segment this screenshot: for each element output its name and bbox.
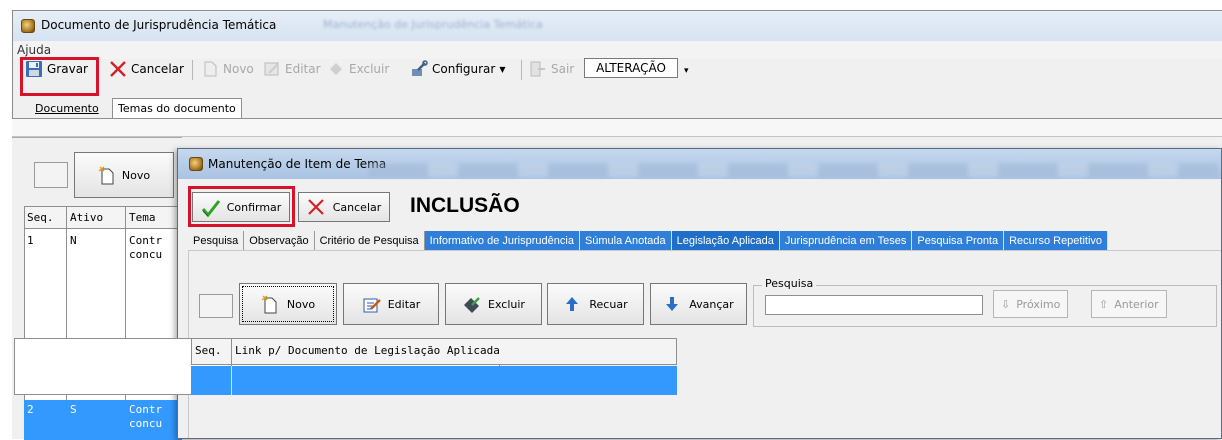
delete-icon xyxy=(462,295,480,313)
editar-item-label: Editar xyxy=(387,297,421,311)
tab-strip xyxy=(12,119,1222,137)
chevron-down-icon: ▼ xyxy=(499,64,506,74)
configurar-button[interactable]: Configurar ▼ xyxy=(407,58,508,80)
sair-label: Sair xyxy=(551,62,575,76)
new-document-icon xyxy=(98,166,116,185)
pesquisa-input[interactable] xyxy=(765,295,983,315)
row-tema-cont: concu xyxy=(129,417,163,430)
left-novo-button[interactable]: Novo xyxy=(74,152,174,198)
col-link: Link p/ Documento de Legislação Aplicada xyxy=(235,344,500,357)
selected-row[interactable] xyxy=(191,366,677,395)
app-icon xyxy=(189,157,203,171)
toolbar-separator xyxy=(192,60,193,80)
anterior-label: Anterior xyxy=(1114,297,1159,311)
tab-pesquisa[interactable]: Pesquisa xyxy=(188,231,245,251)
anterior-button[interactable]: ⇧ Anterior xyxy=(1091,290,1167,318)
red-x-icon xyxy=(307,198,325,216)
tab-sumula-anotada[interactable]: Súmula Anotada xyxy=(579,231,672,251)
col-tema: Tema xyxy=(129,211,156,224)
cancelar-button[interactable]: Cancelar xyxy=(106,58,187,80)
wrench-settings-icon xyxy=(410,60,428,78)
configurar-label: Configurar xyxy=(432,62,496,76)
novo-item-button[interactable]: Novo xyxy=(239,283,337,325)
recuar-button[interactable]: Recuar xyxy=(547,283,644,325)
proximo-button[interactable]: ⇩ Próximo xyxy=(993,290,1069,318)
selected-row[interactable]: 2 S Contr concu xyxy=(24,400,182,440)
col-ativo: Ativo xyxy=(70,211,104,224)
tab-legislacao-aplicada[interactable]: Legislação Aplicada xyxy=(671,231,780,251)
avancar-label: Avançar xyxy=(689,297,734,311)
arrow-down-icon: ⇩ xyxy=(1001,297,1011,311)
row-tema-cont: concu xyxy=(129,248,163,261)
editar-button[interactable]: Editar xyxy=(260,58,324,80)
row-tema: Contr xyxy=(129,234,163,247)
tab-informativo-de-jurisprudencia[interactable]: Informativo de Jurisprudência xyxy=(424,231,580,251)
tab-pesquisa-pronta[interactable]: Pesquisa Pronta xyxy=(912,231,1005,251)
recuar-label: Recuar xyxy=(589,297,628,311)
new-document-icon xyxy=(201,60,219,78)
excluir-button[interactable]: Excluir xyxy=(324,58,392,80)
app-icon xyxy=(21,19,35,33)
row-seq: 1 xyxy=(27,234,34,247)
novo-item-label: Novo xyxy=(286,297,316,311)
mode-dropdown-icon[interactable]: ▾ xyxy=(684,66,689,76)
title-bar: Documento de Jurisprudência Temática Man… xyxy=(13,11,1222,41)
toolbar-separator-2 xyxy=(521,60,522,80)
mode-title: INCLUSÃO xyxy=(410,194,520,217)
menu-ajuda[interactable]: Ajuda xyxy=(17,43,51,57)
edit-icon xyxy=(362,295,381,313)
pesquisa-label: Pesquisa xyxy=(762,277,817,290)
arrow-up-icon: ⇧ xyxy=(1099,297,1109,311)
arrow-down-icon xyxy=(663,295,681,313)
row-ativo: N xyxy=(70,234,77,247)
row-tema: Contr xyxy=(129,403,163,416)
highlight-gravar xyxy=(20,57,99,96)
tab-criterio-de-pesquisa[interactable]: Critério de Pesquisa xyxy=(315,231,425,251)
tab-recurso-repetitivo[interactable]: Recurso Repetitivo xyxy=(1004,231,1109,251)
editar-label: Editar xyxy=(285,62,321,76)
tab-documento[interactable]: Documento xyxy=(30,99,104,119)
dialog-cancelar-button[interactable]: Cancelar xyxy=(298,192,390,222)
blank-button[interactable] xyxy=(34,162,68,188)
tab-observacao[interactable]: Observação xyxy=(244,231,315,251)
delete-icon xyxy=(327,60,345,78)
novo-button[interactable]: Novo xyxy=(198,58,257,80)
exit-icon xyxy=(529,60,547,78)
arrow-up-icon xyxy=(563,295,581,313)
highlight-confirmar xyxy=(188,186,295,227)
edit-icon xyxy=(263,60,281,78)
excluir-item-button[interactable]: Excluir xyxy=(445,283,542,325)
col-divider xyxy=(231,366,232,395)
excluir-label: Excluir xyxy=(349,62,390,76)
new-document-icon xyxy=(261,295,279,314)
tab-jurisprudencia-em-teses[interactable]: Jurisprudência em Teses xyxy=(779,231,913,251)
dialog-cancelar-label: Cancelar xyxy=(332,200,382,214)
sair-button[interactable]: Sair xyxy=(526,58,577,80)
row-seq: 2 xyxy=(27,403,34,416)
novo-label: Novo xyxy=(223,62,254,76)
mode-indicator: ALTERAÇÃO xyxy=(584,58,678,78)
dialog-title: Manutenção de Item de Tema xyxy=(208,157,387,171)
cancelar-label: Cancelar xyxy=(131,62,184,76)
dialog-title-bar: Manutenção de Item de Tema xyxy=(178,149,1221,179)
avancar-button[interactable]: Avançar xyxy=(650,283,747,325)
window-title: Documento de Jurisprudência Temática xyxy=(41,18,277,32)
menu-bar: Ajuda xyxy=(13,41,1222,59)
tab-temas-do-documento[interactable]: Temas do documento xyxy=(112,98,242,118)
col-seq: Seq. xyxy=(27,211,54,224)
col-seq: Seq. xyxy=(195,344,222,357)
left-novo-label: Novo xyxy=(121,168,151,182)
row-ativo: S xyxy=(70,403,77,416)
proximo-label: Próximo xyxy=(1016,297,1061,311)
blank-button[interactable] xyxy=(199,294,233,318)
editar-item-button[interactable]: Editar xyxy=(343,283,439,325)
dialog-tabs: Pesquisa Observação Critério de Pesquisa… xyxy=(188,231,1109,251)
red-x-icon xyxy=(109,60,127,78)
window-title-blurred: Manutenção de Jurisprudência Temática xyxy=(323,18,543,31)
blurred-background-toolbar xyxy=(368,163,1218,177)
excluir-item-label: Excluir xyxy=(488,297,525,311)
